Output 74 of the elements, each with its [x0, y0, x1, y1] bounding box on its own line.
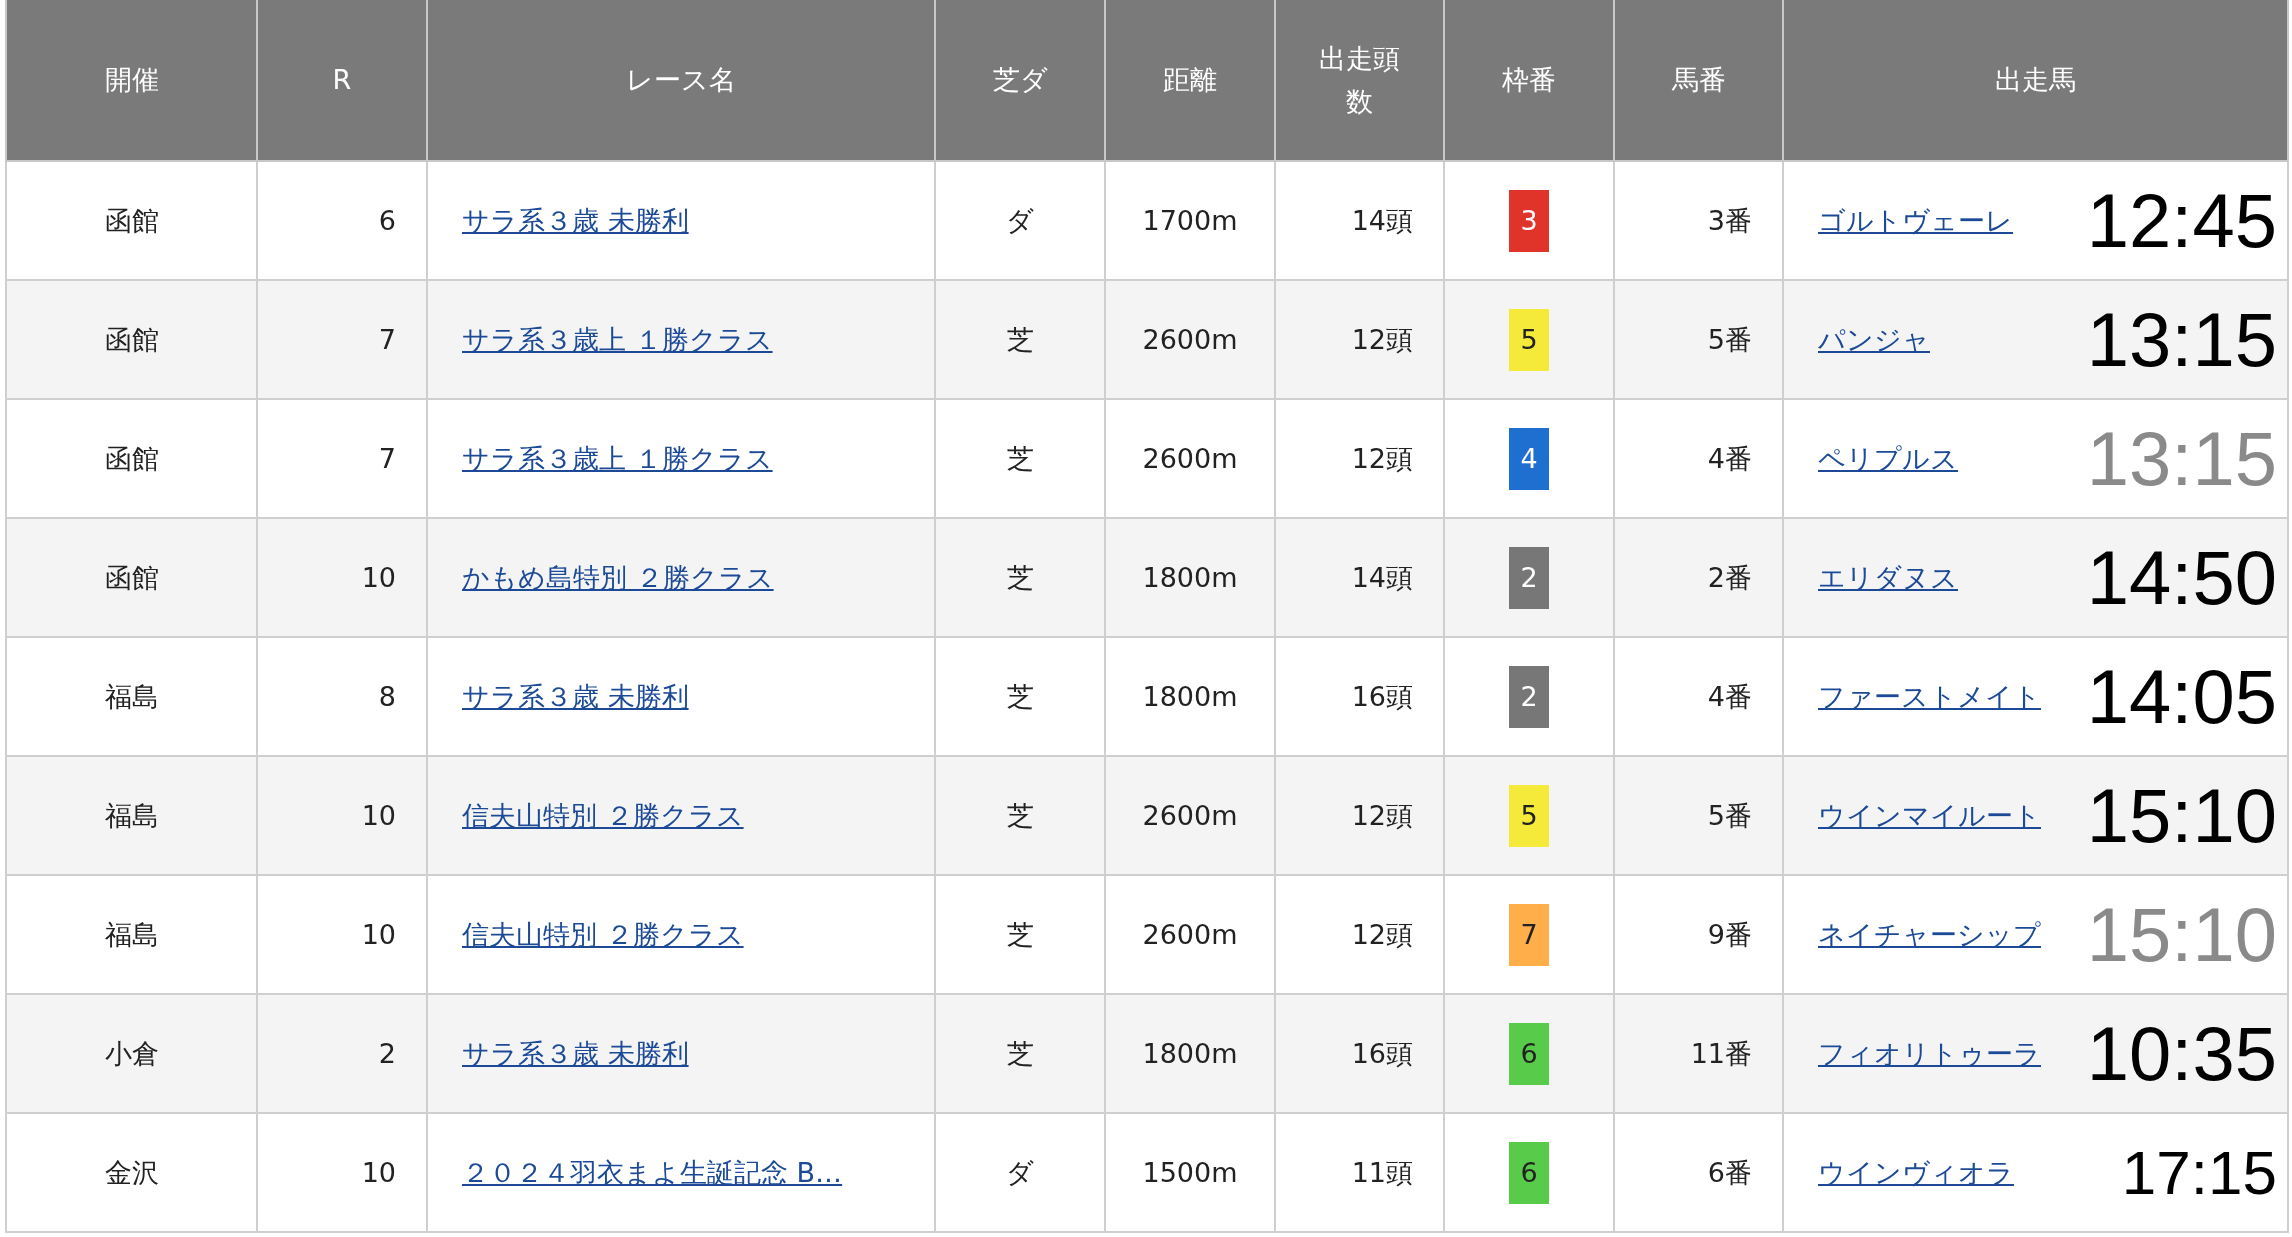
table-cell: 芝	[935, 756, 1105, 875]
table-cell: 1800m	[1105, 994, 1275, 1113]
horse-name-link[interactable]: パンジャ	[1818, 321, 1930, 358]
table-cell: 芝	[935, 518, 1105, 637]
post-time: 10:35	[2086, 1010, 2277, 1097]
table-cell: 2600m	[1105, 756, 1275, 875]
table-cell: 5番	[1614, 756, 1783, 875]
table-cell: 2	[257, 994, 427, 1113]
column-header: 出走馬	[1783, 0, 2288, 161]
frame-badge: 6	[1509, 1141, 1549, 1204]
table-cell: 5番	[1614, 280, 1783, 399]
frame-badge: 7	[1509, 903, 1549, 966]
table-cell: 12頭	[1275, 756, 1444, 875]
column-header: 枠番	[1444, 0, 1614, 161]
race-name-link[interactable]: サラ系３歳上 １勝クラス	[462, 442, 773, 474]
column-header: 馬番	[1614, 0, 1783, 161]
frame-badge: 6	[1509, 1022, 1549, 1085]
race-name-link[interactable]: 信夫山特別 ２勝クラス	[462, 799, 744, 831]
horse-name-link[interactable]: エリダヌス	[1818, 559, 1958, 596]
table-cell: 福島	[6, 756, 257, 875]
post-time: 13:15	[2086, 415, 2277, 502]
post-time: 13:15	[2086, 296, 2277, 383]
frame-badge: 3	[1509, 189, 1549, 252]
frame-badge: 5	[1509, 784, 1549, 847]
table-cell: 11番	[1614, 994, 1783, 1113]
race-name-link[interactable]: かもめ島特別 ２勝クラス	[462, 561, 774, 593]
post-time: 14:50	[2086, 534, 2277, 621]
horse-name-link[interactable]: ウインマイルート	[1818, 797, 2041, 834]
table-cell: 函館	[6, 280, 257, 399]
column-header: 芝ダ	[935, 0, 1105, 161]
table-cell: 14頭	[1275, 518, 1444, 637]
table-cell: 1800m	[1105, 518, 1275, 637]
table-cell: 7	[257, 280, 427, 399]
race-name-link[interactable]: 信夫山特別 ２勝クラス	[462, 918, 744, 950]
horse-name-link[interactable]: ネイチャーシップ	[1818, 916, 2041, 953]
post-time: 15:10	[2086, 772, 2277, 859]
table-cell: 2番	[1614, 518, 1783, 637]
table-cell: 12頭	[1275, 280, 1444, 399]
horse-name-link[interactable]: フィオリトゥーラ	[1818, 1035, 2041, 1072]
table-cell: 10	[257, 1113, 427, 1232]
table-cell: 小倉	[6, 994, 257, 1113]
race-name-link[interactable]: サラ系３歳上 １勝クラス	[462, 323, 773, 355]
table-cell: ダ	[935, 1113, 1105, 1232]
frame-badge: 2	[1509, 546, 1549, 609]
race-name-link[interactable]: サラ系３歳 未勝利	[462, 204, 689, 236]
race-name-link[interactable]: サラ系３歳 未勝利	[462, 1037, 689, 1069]
table-cell: 11頭	[1275, 1113, 1444, 1232]
table-cell: 1500m	[1105, 1113, 1275, 1232]
post-time: 12:45	[2086, 177, 2277, 264]
column-header: R	[257, 0, 427, 161]
column-header: 開催	[6, 0, 257, 161]
frame-badge: 5	[1509, 308, 1549, 371]
horse-name-link[interactable]: ゴルトヴェーレ	[1818, 202, 2013, 239]
column-header: 距離	[1105, 0, 1275, 161]
frame-badge: 2	[1509, 665, 1549, 728]
table-cell: 金沢	[6, 1113, 257, 1232]
table-cell: 10	[257, 518, 427, 637]
table-cell: 10	[257, 756, 427, 875]
table-cell: 16頭	[1275, 994, 1444, 1113]
post-time: 17:15	[2121, 1137, 2277, 1208]
horse-name-link[interactable]: ペリプルス	[1818, 440, 1958, 477]
race-name-link[interactable]: サラ系３歳 未勝利	[462, 680, 689, 712]
column-header: レース名	[427, 0, 935, 161]
horse-name-link[interactable]: ファーストメイト	[1818, 678, 2041, 715]
table-cell: 2600m	[1105, 280, 1275, 399]
horse-name-link[interactable]: ウインヴィオラ	[1818, 1154, 2014, 1191]
table-cell: 6番	[1614, 1113, 1783, 1232]
table-cell: 函館	[6, 518, 257, 637]
table-cell: 芝	[935, 280, 1105, 399]
column-header: 出走頭数	[1275, 0, 1444, 161]
post-time: 15:10	[2086, 891, 2277, 978]
post-time: 14:05	[2086, 653, 2277, 740]
frame-badge: 4	[1509, 427, 1549, 490]
table-cell: 芝	[935, 994, 1105, 1113]
